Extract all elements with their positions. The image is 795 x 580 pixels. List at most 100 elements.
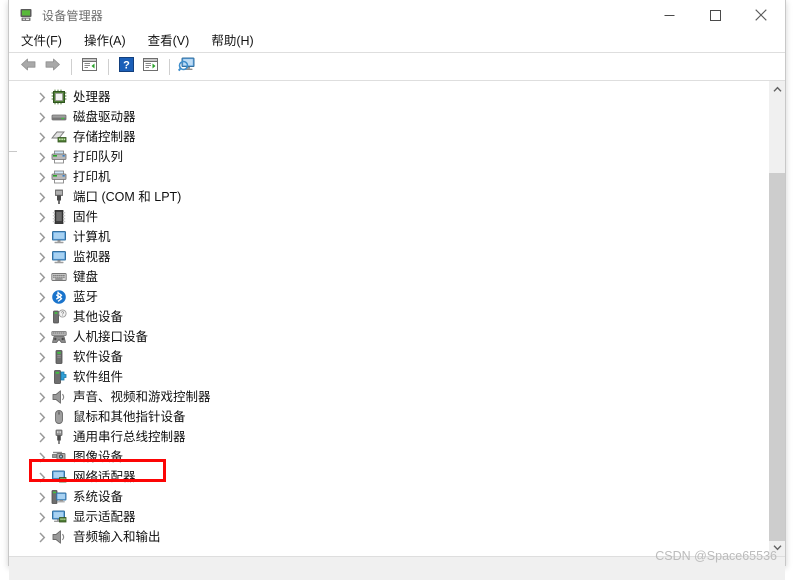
display-adapter-icon [51, 509, 67, 525]
chevron-right-icon[interactable] [35, 527, 49, 547]
menu-help[interactable]: 帮助(H) [211, 30, 253, 52]
tree-item-print-queues[interactable]: 打印队列 [9, 147, 767, 167]
tree-item-disk-drives[interactable]: 磁盘驱动器 [9, 107, 767, 127]
chevron-right-icon[interactable] [35, 427, 49, 447]
tree-item-label: 处理器 [73, 90, 111, 104]
help-button[interactable]: ? [115, 56, 137, 78]
chevron-right-icon[interactable] [35, 267, 49, 287]
tree-item-label: 端口 (COM 和 LPT) [73, 190, 182, 204]
menu-bar: 文件(F) 操作(A) 查看(V) 帮助(H) [9, 30, 785, 53]
chevron-right-icon[interactable] [35, 127, 49, 147]
tree-item-network-adapters[interactable]: 网络适配器 [9, 467, 767, 487]
tree-item-label: 音频输入和输出 [73, 530, 161, 544]
tree-item-computer[interactable]: 计算机 [9, 227, 767, 247]
disk-drive-icon [51, 109, 67, 125]
audio-io-icon [51, 529, 67, 545]
chevron-right-icon[interactable] [35, 207, 49, 227]
chevron-right-icon[interactable] [35, 487, 49, 507]
tree-item-hid[interactable]: 人机接口设备 [9, 327, 767, 347]
close-button[interactable] [738, 0, 784, 30]
chevron-right-icon[interactable] [35, 107, 49, 127]
tree-item-label: 软件设备 [73, 350, 124, 364]
tree-item-software-components[interactable]: 软件组件 [9, 367, 767, 387]
device-manager-icon [18, 7, 34, 23]
chevron-right-icon[interactable] [35, 187, 49, 207]
device-tree[interactable]: 处理器 磁盘驱动器 存储控制器 打印队列 打印机 端口 (COM 和 LPT) … [9, 81, 767, 556]
software-component-icon [51, 369, 67, 385]
tree-item-label: 存储控制器 [73, 130, 136, 144]
chevron-right-icon[interactable] [35, 367, 49, 387]
chevron-right-icon[interactable] [35, 447, 49, 467]
tree-item-usb-controllers[interactable]: 通用串行总线控制器 [9, 427, 767, 447]
chevron-right-icon[interactable] [35, 87, 49, 107]
menu-file[interactable]: 文件(F) [21, 30, 62, 52]
vertical-scrollbar[interactable] [768, 81, 785, 556]
mouse-icon [51, 409, 67, 425]
title-bar: 设备管理器 [9, 0, 785, 30]
window-title: 设备管理器 [42, 8, 104, 23]
scan-monitor-icon [177, 56, 196, 77]
scrollbar-thumb[interactable] [769, 173, 785, 541]
tree-item-imaging-devices[interactable]: 图像设备 [9, 447, 767, 467]
chevron-right-icon[interactable] [35, 407, 49, 427]
back-button[interactable] [17, 56, 39, 78]
chevron-right-icon[interactable] [35, 227, 49, 247]
maximize-button[interactable] [692, 0, 738, 30]
tree-item-label: 网络适配器 [73, 470, 136, 484]
tree-item-ports[interactable]: 端口 (COM 和 LPT) [9, 187, 767, 207]
tree-item-label: 固件 [73, 210, 99, 224]
chevron-right-icon[interactable] [35, 247, 49, 267]
menu-view[interactable]: 查看(V) [148, 30, 190, 52]
forward-arrow-icon [44, 57, 61, 77]
tree-item-label: 通用串行总线控制器 [73, 430, 186, 444]
chevron-right-icon[interactable] [35, 167, 49, 187]
update-driver-button[interactable] [139, 56, 161, 78]
device-manager-window: 设备管理器 文件(F) 操作(A) 查看(V) 帮助(H) ? 处理器 磁盘驱动… [8, 0, 786, 580]
tree-item-printers[interactable]: 打印机 [9, 167, 767, 187]
tree-item-monitors[interactable]: 监视器 [9, 247, 767, 267]
tree-item-label: 打印机 [73, 170, 111, 184]
sound-speaker-icon [51, 389, 67, 405]
chevron-right-icon[interactable] [35, 327, 49, 347]
minimize-button[interactable] [646, 0, 692, 30]
chevron-right-icon[interactable] [35, 507, 49, 527]
tree-item-label: 鼠标和其他指针设备 [73, 410, 186, 424]
window-play-icon [142, 57, 159, 77]
tree-item-firmware[interactable]: 固件 [9, 207, 767, 227]
tree-item-label: 显示适配器 [73, 510, 136, 524]
tree-item-keyboards[interactable]: 键盘 [9, 267, 767, 287]
software-device-icon [51, 349, 67, 365]
tree-item-storage-controllers[interactable]: 存储控制器 [9, 127, 767, 147]
tree-item-software-devices[interactable]: 软件设备 [9, 347, 767, 367]
tree-item-other-devices[interactable]: ? 其他设备 [9, 307, 767, 327]
tree-item-sound-video-game[interactable]: 声音、视频和游戏控制器 [9, 387, 767, 407]
chevron-right-icon[interactable] [35, 387, 49, 407]
system-device-icon [51, 489, 67, 505]
scan-hardware-button[interactable] [176, 56, 198, 78]
firmware-icon [51, 209, 67, 225]
monitor-icon [51, 249, 67, 265]
tree-item-processors[interactable]: 处理器 [9, 87, 767, 107]
toolbar-separator-1 [71, 58, 72, 75]
properties-button[interactable] [78, 56, 100, 78]
hid-gamepad-icon [51, 329, 67, 345]
scrollbar-up-arrow[interactable] [769, 81, 785, 98]
tree-item-bluetooth[interactable]: 蓝牙 [9, 287, 767, 307]
chevron-right-icon[interactable] [35, 467, 49, 487]
tree-item-audio-io[interactable]: 音频输入和输出 [9, 527, 767, 547]
forward-button[interactable] [41, 56, 63, 78]
tree-item-mice[interactable]: 鼠标和其他指针设备 [9, 407, 767, 427]
tree-item-label: 人机接口设备 [73, 330, 149, 344]
tree-item-display-adapters[interactable]: 显示适配器 [9, 507, 767, 527]
chevron-right-icon[interactable] [35, 147, 49, 167]
tree-item-system-devices[interactable]: 系统设备 [9, 487, 767, 507]
print-queue-icon [51, 149, 67, 165]
chevron-right-icon[interactable] [35, 307, 49, 327]
toolbar-separator-3 [169, 58, 170, 75]
processor-icon [51, 89, 67, 105]
chevron-right-icon[interactable] [35, 347, 49, 367]
svg-text:?: ? [123, 59, 130, 71]
menu-action[interactable]: 操作(A) [84, 30, 126, 52]
usb-icon [51, 429, 67, 445]
chevron-right-icon[interactable] [35, 287, 49, 307]
